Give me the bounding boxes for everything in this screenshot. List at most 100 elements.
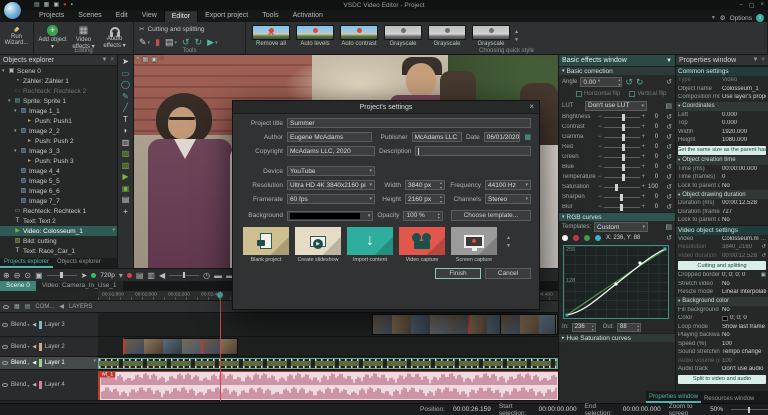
button-video-effects[interactable]: ▦Video effects ▾ — [68, 24, 99, 50]
cancel-button[interactable]: Cancel — [485, 268, 531, 279]
speaker-icon[interactable]: ◀ — [32, 322, 36, 328]
slider-reset-icon[interactable]: ↺ — [666, 183, 672, 191]
button-add-object[interactable]: +Add object ▾ — [37, 24, 68, 50]
quick-style-grayscale[interactable]: Grayscale — [383, 25, 423, 47]
slider-reset-icon[interactable]: ↺ — [666, 153, 672, 161]
property-value[interactable]: 1080.000 — [722, 137, 766, 143]
horizontal-flip-checkbox[interactable]: Horizontal flip — [576, 91, 620, 97]
curve-menu-icon[interactable]: ▤ — [665, 223, 672, 231]
menu-item-projects[interactable]: Projects — [32, 10, 71, 22]
property-value[interactable]: Use layer's properties — [722, 94, 766, 100]
button-audio-effects[interactable]: Audio effects ▾ — [99, 24, 130, 50]
frequency-select[interactable]: 44100 Hz — [485, 180, 531, 190]
layer-header-layer-1[interactable]: Blend▾◀Layer 1 — [0, 357, 98, 370]
slider-reset-icon[interactable]: ↺ — [666, 173, 672, 181]
tree-item[interactable]: ▸Push: Push1 — [0, 116, 117, 126]
tree-item[interactable]: ▾▨Image 3_3 — [0, 146, 117, 156]
speaker-icon[interactable]: ◀ — [32, 344, 36, 350]
property-value[interactable]: 0; 0; 0; 0 — [722, 272, 759, 278]
out-stepper[interactable]: 88 — [617, 323, 641, 332]
tree-item[interactable]: ▨Image 6_6 — [0, 186, 117, 196]
gear-icon[interactable]: ⚙ — [720, 14, 726, 22]
template-tile-create-slideshow[interactable]: ▶Create slideshow — [295, 227, 341, 263]
property-value[interactable]: 00:00:00.000 — [722, 166, 766, 172]
tree-item[interactable]: ▾▣Scene 0 — [0, 66, 117, 76]
bounds-preview-icon[interactable]: ▣ — [151, 56, 157, 63]
timeline-zoom-slider[interactable] — [731, 409, 768, 410]
property-value[interactable]: 0.000 — [722, 120, 766, 126]
plus-icon[interactable]: + — [642, 194, 646, 200]
channels-select[interactable]: Stereo — [485, 194, 531, 204]
tooltip-tool-icon[interactable]: ◗ — [123, 126, 128, 135]
tree-item[interactable]: ▨Image 4_4 — [0, 166, 117, 176]
ellipse-shape-icon[interactable]: ◯ — [121, 80, 130, 89]
menu-item-export-project[interactable]: Export project — [198, 10, 255, 22]
speaker-icon[interactable]: ◀ — [32, 360, 36, 366]
help-icon[interactable]: i — [756, 14, 764, 22]
plus-icon[interactable]: + — [642, 124, 646, 130]
property-value[interactable]: Linear interpolation — [722, 289, 766, 295]
blend-select[interactable]: Blend▾ — [11, 360, 29, 366]
hue-saturation-section[interactable]: ▸Hue Saturation curves — [559, 333, 675, 342]
stop-icon[interactable]: ▬ — [214, 269, 222, 282]
clock-icon[interactable]: ◷ — [203, 269, 210, 282]
vertical-flip-checkbox[interactable]: Vertical flip — [629, 91, 666, 97]
minus-icon[interactable]: − — [598, 144, 602, 150]
zoom-out-icon[interactable]: ⊖ — [14, 269, 21, 282]
property-value[interactable]: 0; 0; 0 — [730, 315, 766, 321]
plus-icon[interactable]: + — [642, 164, 646, 170]
app-logo-icon[interactable] — [3, 1, 22, 20]
redo-rotate-icon[interactable]: ↻ — [195, 37, 203, 48]
plus-icon[interactable]: + — [642, 174, 646, 180]
tree-item[interactable]: ◔Zähler: Zähler 1 — [0, 76, 117, 86]
publisher-input[interactable]: McAdams LLC — [412, 132, 462, 142]
tree-item[interactable]: ▨Image 7_7 — [0, 196, 117, 206]
zoom-reset-icon[interactable]: ⊙ — [24, 269, 31, 282]
snapshot-icon[interactable]: ▤ — [136, 269, 144, 282]
height-stepper[interactable]: 2160 px — [405, 194, 445, 204]
property-value[interactable]: 00:00:12.528 — [722, 253, 759, 259]
close-properties-icon[interactable]: × — [761, 57, 765, 63]
slider-thumb[interactable] — [622, 154, 625, 161]
tree-item[interactable]: ▸Push: Push 3 — [0, 156, 117, 166]
plus-icon[interactable]: + — [642, 184, 646, 190]
volume-slider[interactable] — [169, 275, 199, 276]
device-tool-icon[interactable]: ▮ — [155, 37, 160, 48]
slider-track-contrast[interactable] — [604, 127, 640, 128]
blend-select[interactable]: Blend▾ — [11, 344, 29, 350]
background-select[interactable] — [287, 211, 373, 221]
slider-thumb[interactable] — [615, 184, 618, 191]
device-select[interactable]: YouTube — [287, 166, 375, 176]
minus-icon[interactable]: − — [598, 164, 602, 170]
date-input[interactable]: 06/01/2020 — [484, 132, 521, 142]
properties-button[interactable]: Get the same size as the parent has — [678, 146, 766, 155]
menu-item-tools[interactable]: Tools — [255, 10, 285, 22]
slider-track-red[interactable] — [604, 147, 640, 148]
quick-style-remove-all[interactable]: ×Remove all — [251, 25, 291, 47]
rotate-cw-icon[interactable]: ↻ — [636, 77, 644, 88]
description-input[interactable] — [415, 146, 531, 156]
slider-track-blue[interactable] — [604, 167, 640, 168]
minus-icon[interactable]: − — [598, 134, 602, 140]
property-value[interactable]: 3840_2160 — [722, 244, 759, 250]
grid-preview-icon[interactable]: ▦ — [143, 56, 149, 63]
finish-button[interactable]: Finish — [435, 268, 481, 279]
tree-item[interactable]: ▾▨Image 2_2 — [0, 126, 117, 136]
template-tile-blank-project[interactable]: Blank project — [243, 227, 289, 263]
template-tile-screen-capture[interactable]: Screen capture — [451, 227, 497, 263]
menu-item-scenes[interactable]: Scenes — [71, 10, 108, 22]
zoom-in-icon[interactable]: ⊕ — [3, 269, 10, 282]
snapshot-tool-icon[interactable]: ▣ — [122, 184, 130, 193]
basic-correction-section[interactable]: ▾Basic correction — [559, 66, 675, 75]
slider-thumb[interactable] — [622, 124, 625, 131]
rect-shape-icon[interactable]: ▭ — [122, 69, 130, 78]
slider-thumb[interactable] — [620, 194, 623, 201]
quick-style-auto-levels[interactable]: Auto levels — [295, 25, 335, 47]
slider-thumb[interactable] — [622, 144, 625, 151]
browse-icon[interactable]: … — [761, 236, 767, 242]
template-tile-import-content[interactable]: ↓Import content — [347, 227, 393, 263]
cutting-splitting-label[interactable]: Cutting and splitting — [147, 26, 204, 33]
slider-thumb[interactable] — [622, 114, 625, 121]
slider-track-brightness[interactable] — [604, 117, 640, 118]
property-value[interactable]: 727 — [722, 209, 766, 215]
